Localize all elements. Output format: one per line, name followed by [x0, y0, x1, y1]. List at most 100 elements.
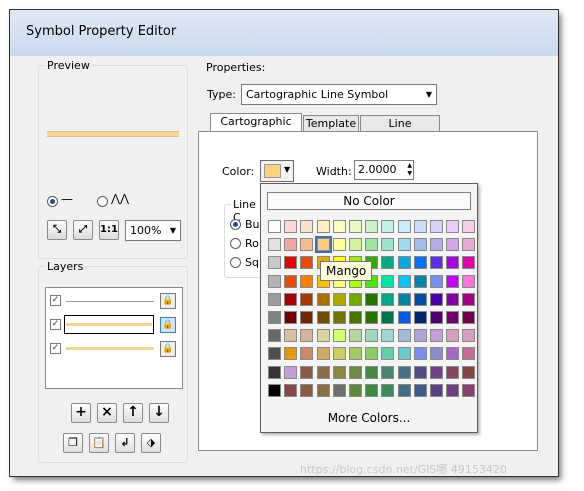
color-swatch[interactable]	[349, 311, 362, 324]
color-swatch[interactable]	[446, 329, 460, 343]
color-swatch[interactable]	[268, 365, 281, 379]
color-swatch[interactable]	[462, 347, 476, 361]
layer-visible-checkbox[interactable]: ✓	[50, 295, 61, 306]
color-swatch[interactable]	[430, 365, 443, 379]
color-swatch[interactable]	[413, 256, 427, 270]
color-swatch[interactable]	[430, 238, 443, 252]
cap-square-radio[interactable]	[230, 257, 241, 268]
color-swatch[interactable]	[381, 329, 395, 343]
color-swatch[interactable]	[316, 347, 330, 361]
color-swatch[interactable]	[430, 220, 443, 233]
color-swatch[interactable]	[430, 292, 443, 306]
color-swatch[interactable]	[397, 220, 411, 233]
color-swatch[interactable]	[430, 274, 443, 288]
color-swatch[interactable]	[397, 292, 411, 306]
add-layer-icon[interactable]: +	[71, 403, 91, 423]
color-swatch[interactable]	[349, 365, 362, 379]
color-swatch[interactable]	[268, 220, 281, 233]
paste-layer-icon[interactable]: 📋	[89, 433, 109, 453]
color-swatch[interactable]	[413, 274, 427, 288]
color-swatch[interactable]	[316, 365, 330, 379]
no-color-button[interactable]: No Color	[267, 192, 471, 210]
spin-arrows-icon[interactable]: ▲ ▼	[407, 162, 412, 178]
color-swatch[interactable]	[397, 311, 411, 324]
color-swatch[interactable]	[284, 274, 298, 288]
color-swatch[interactable]	[430, 329, 443, 343]
color-swatch[interactable]	[300, 347, 314, 361]
color-swatch[interactable]	[413, 238, 427, 252]
color-swatch[interactable]	[413, 292, 427, 306]
color-swatch[interactable]	[300, 274, 314, 288]
layer-visible-checkbox[interactable]: ✓	[50, 319, 61, 330]
color-swatch[interactable]	[413, 329, 427, 343]
color-swatch[interactable]	[413, 311, 427, 324]
color-swatch[interactable]	[349, 347, 362, 361]
color-swatch[interactable]	[300, 256, 314, 270]
color-swatch[interactable]	[284, 311, 298, 324]
color-swatch[interactable]	[268, 329, 281, 343]
color-swatch[interactable]	[413, 365, 427, 379]
color-swatch[interactable]	[300, 383, 314, 397]
color-swatch[interactable]	[268, 311, 281, 324]
color-swatch[interactable]	[349, 329, 362, 343]
tag-layer-icon[interactable]: ⬗	[141, 433, 161, 453]
reset-layer-icon[interactable]: ↲	[115, 433, 135, 453]
lock-icon[interactable]: 🔒	[160, 293, 176, 309]
color-swatch[interactable]	[397, 238, 411, 252]
color-swatch[interactable]	[332, 220, 346, 233]
color-swatch[interactable]	[381, 347, 395, 361]
color-swatch[interactable]	[332, 329, 346, 343]
color-swatch[interactable]	[349, 292, 362, 306]
color-swatch[interactable]	[284, 347, 298, 361]
zoom-out-icon[interactable]: ⤢	[73, 220, 93, 240]
color-swatch[interactable]	[316, 220, 330, 233]
color-swatch[interactable]	[381, 238, 395, 252]
color-swatch[interactable]	[349, 220, 362, 233]
color-swatch[interactable]	[413, 347, 427, 361]
color-swatch[interactable]	[413, 383, 427, 397]
color-swatch[interactable]	[316, 383, 330, 397]
color-swatch[interactable]	[397, 383, 411, 397]
color-swatch[interactable]	[462, 256, 476, 270]
color-swatch[interactable]	[349, 238, 362, 252]
color-swatch[interactable]	[462, 274, 476, 288]
lock-icon[interactable]: 🔒	[160, 341, 176, 357]
layer-visible-checkbox[interactable]: ✓	[50, 343, 61, 354]
color-swatch[interactable]	[365, 329, 379, 343]
color-swatch[interactable]	[349, 383, 362, 397]
color-swatch[interactable]	[300, 329, 314, 343]
color-swatch[interactable]	[381, 274, 395, 288]
move-down-icon[interactable]: ↓	[149, 403, 169, 423]
color-swatch[interactable]	[446, 347, 460, 361]
color-swatch[interactable]	[397, 347, 411, 361]
color-swatch[interactable]	[446, 256, 460, 270]
color-swatch[interactable]	[446, 311, 460, 324]
move-up-icon[interactable]: ↑	[123, 403, 143, 423]
more-colors-button[interactable]: More Colors...	[267, 408, 471, 428]
color-swatch[interactable]	[316, 311, 330, 324]
color-swatch[interactable]	[462, 220, 476, 233]
color-swatch[interactable]	[268, 347, 281, 361]
color-swatch[interactable]	[268, 292, 281, 306]
color-swatch[interactable]	[381, 311, 395, 324]
color-swatch[interactable]	[397, 365, 411, 379]
color-swatch[interactable]	[381, 256, 395, 270]
color-swatch[interactable]	[446, 365, 460, 379]
color-swatch[interactable]	[430, 311, 443, 324]
color-swatch[interactable]	[284, 329, 298, 343]
copy-layer-icon[interactable]: ❐	[63, 433, 83, 453]
color-swatch[interactable]	[365, 292, 379, 306]
cap-butt-radio[interactable]	[230, 219, 241, 230]
color-swatch[interactable]	[381, 220, 395, 233]
color-swatch[interactable]	[462, 292, 476, 306]
color-swatch[interactable]	[462, 329, 476, 343]
color-swatch[interactable]	[300, 311, 314, 324]
lock-icon[interactable]: 🔒	[160, 317, 176, 333]
color-swatch[interactable]	[462, 383, 476, 397]
color-swatch[interactable]	[462, 238, 476, 252]
width-spinner[interactable]: 2.0000 ▲ ▼	[354, 160, 414, 180]
color-swatch[interactable]	[300, 365, 314, 379]
color-swatch[interactable]	[332, 311, 346, 324]
layer-row[interactable]: ✓ 🔒	[46, 338, 180, 360]
delete-layer-icon[interactable]: ×	[97, 403, 117, 423]
